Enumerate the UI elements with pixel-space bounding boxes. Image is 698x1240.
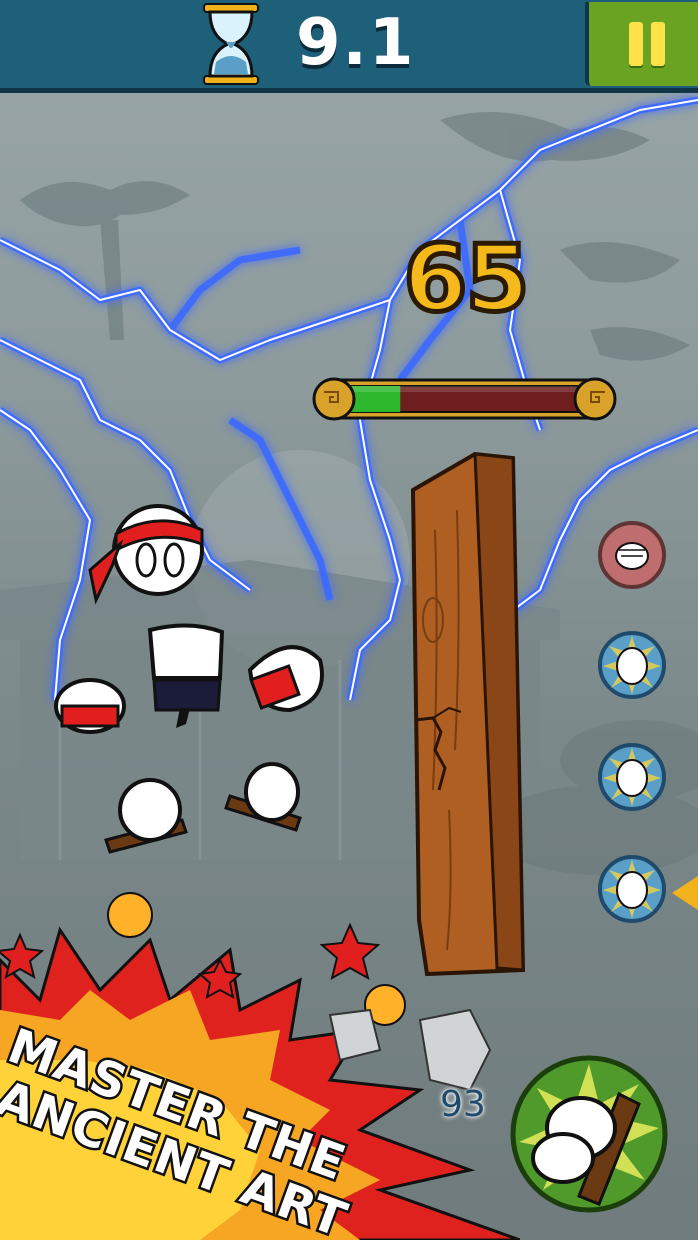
fist-icon <box>615 542 649 570</box>
fighter-right-foot <box>224 762 302 832</box>
game-screen[interactable]: 9.1 65 MASTER THE ANCIENT ART 93 <box>0 0 698 1240</box>
fighter-right-hand <box>247 645 324 713</box>
fighter-left-hand <box>54 678 126 734</box>
kick-action-button[interactable] <box>509 1054 669 1214</box>
selection-arrow-icon <box>672 876 698 910</box>
fighter-head <box>88 504 204 605</box>
fighter-left-foot <box>104 778 188 854</box>
head-icon <box>616 647 648 685</box>
score-counter: 65 <box>401 222 532 334</box>
head-icon <box>616 759 648 797</box>
attack-headbutt-button[interactable] <box>597 630 667 700</box>
hits-remaining-count: 93 <box>440 1084 486 1125</box>
power-meter <box>312 377 617 421</box>
pause-icon <box>629 22 643 66</box>
attack-headbutt-button[interactable] <box>597 742 667 812</box>
fighter-torso <box>147 623 225 728</box>
pause-icon-bar <box>651 22 665 66</box>
timer-value: 9.1 <box>296 6 416 80</box>
head-icon <box>616 871 648 909</box>
attack-punch-button[interactable] <box>597 520 667 590</box>
top-hud-bar: 9.1 <box>0 0 698 93</box>
pause-button[interactable] <box>585 2 698 86</box>
attack-headbutt-button-selected[interactable] <box>597 854 667 924</box>
fighter-character <box>54 504 324 854</box>
hourglass-icon <box>203 3 259 85</box>
